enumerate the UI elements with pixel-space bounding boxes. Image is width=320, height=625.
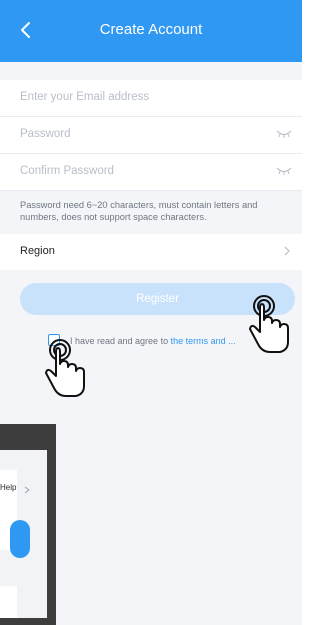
overlay-panel: Help: [0, 450, 47, 618]
eye-closed-icon[interactable]: [276, 166, 292, 176]
password-hint: Password need 6~20 characters, must cont…: [20, 200, 258, 222]
hand-pointer-icon: [45, 339, 85, 397]
terms-link[interactable]: the terms and ...: [171, 336, 236, 346]
confirm-password-field[interactable]: Confirm Password: [0, 154, 302, 191]
overlay-blue-button: [10, 520, 30, 558]
email-field[interactable]: Enter your Email address: [0, 80, 302, 117]
region-selector[interactable]: Region: [0, 234, 302, 270]
hand-pointer-icon: [249, 295, 289, 353]
email-placeholder: Enter your Email address: [20, 91, 150, 103]
chevron-right-icon: [284, 246, 290, 256]
page-title: Create Account: [99, 21, 203, 38]
overlay-help-label: Help: [0, 483, 17, 492]
overlay-screenshot: Help: [0, 424, 56, 625]
region-label: Region: [20, 245, 55, 257]
password-field[interactable]: Password: [0, 117, 302, 154]
confirm-password-placeholder: Confirm Password: [20, 165, 114, 177]
password-placeholder: Password: [20, 128, 71, 140]
overlay-bottom-card: [0, 586, 17, 618]
eye-closed-icon[interactable]: [276, 129, 292, 139]
app-header: Create Account: [0, 0, 302, 62]
chevron-right-icon: [24, 486, 30, 494]
